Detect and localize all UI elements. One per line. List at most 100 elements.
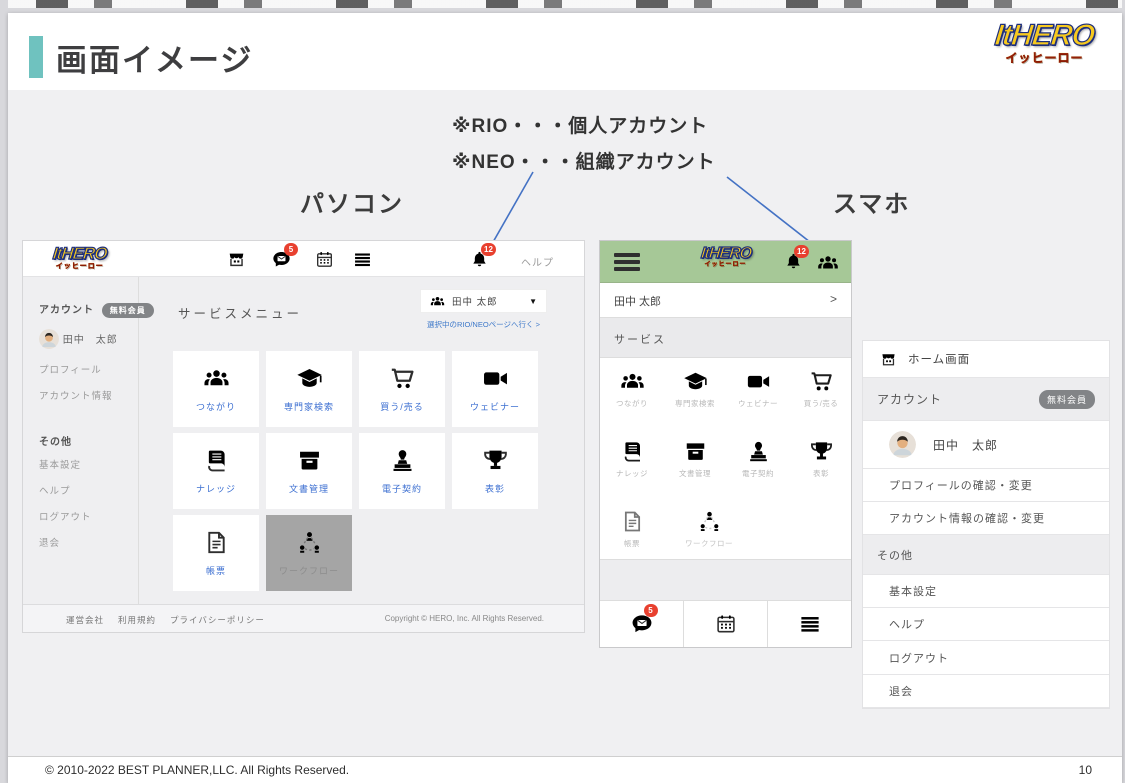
pc-logo-kana: イッヒーロー bbox=[53, 263, 107, 270]
title-band: 画面イメージ ItHERO イッヒーロー bbox=[8, 13, 1122, 90]
annotation-rio: ※RIO・・・個人アカウント bbox=[452, 111, 708, 138]
tile-webinar[interactable]: ウェビナー bbox=[452, 351, 538, 427]
phone-tile-expert-search[interactable]: 専門家検索 bbox=[664, 369, 726, 409]
account-heading: アカウント 無料会員 bbox=[39, 301, 154, 316]
panel-user-row[interactable]: 田中 太郎 bbox=[863, 421, 1109, 469]
graduation-cap-icon bbox=[683, 369, 708, 394]
panel-item-label: ヘルプ bbox=[889, 616, 925, 632]
sidebar-user-name: 田中 太郎 bbox=[63, 335, 118, 346]
list-icon bbox=[799, 613, 821, 635]
tile-document-management[interactable]: 文書管理 bbox=[266, 433, 352, 509]
member-badge: 無料会員 bbox=[102, 303, 154, 318]
tile-label: 電子契約 bbox=[382, 482, 422, 495]
rio-neo-page-link[interactable]: 選択中のRIO/NEOページへ行く > bbox=[420, 319, 547, 330]
phone-services-heading: サービス bbox=[614, 331, 666, 347]
panel-home-row[interactable]: ホーム画面 bbox=[863, 340, 1109, 378]
phone-tile-buy-sell[interactable]: 買う/売る bbox=[790, 369, 852, 409]
account-panel: ホーム画面 アカウント 無料会員 田中 太郎 プロフィールの確認・変更 アカウン… bbox=[862, 340, 1110, 709]
account-dropdown[interactable]: 田中 太郎 ▼ bbox=[420, 289, 547, 313]
copyright-text: © 2010-2022 BEST PLANNER,LLC. All Rights… bbox=[45, 763, 349, 777]
report-icon bbox=[203, 529, 230, 556]
annotation-neo: ※NEO・・・組織アカウント bbox=[452, 147, 716, 174]
tile-workflow: ワークフロー bbox=[266, 515, 352, 591]
list-icon[interactable] bbox=[353, 250, 372, 269]
phone-user-row[interactable]: 田中 太郎 > bbox=[600, 283, 851, 318]
tile-award[interactable]: 表彰 bbox=[452, 433, 538, 509]
pc-logo[interactable]: ItHERO イッヒーロー bbox=[53, 245, 107, 270]
sidebar-item-logout[interactable]: ログアウト bbox=[39, 509, 92, 523]
panel-item-profile[interactable]: プロフィールの確認・変更 bbox=[863, 469, 1109, 502]
sidebar-item-help[interactable]: ヘルプ bbox=[39, 483, 71, 497]
phone-tile-label: 帳票 bbox=[601, 538, 663, 549]
sidebar-item-withdraw[interactable]: 退会 bbox=[39, 535, 60, 549]
phone-header: ItHERO イッヒーロー 12 bbox=[600, 241, 851, 283]
tile-label: ワークフロー bbox=[279, 564, 339, 577]
tile-label: 専門家検索 bbox=[284, 400, 334, 413]
calendar-icon[interactable] bbox=[315, 250, 334, 269]
people-icon bbox=[430, 294, 445, 309]
panel-item-settings[interactable]: 基本設定 bbox=[863, 575, 1109, 608]
workflow-icon bbox=[296, 529, 323, 556]
phone-notifications-button[interactable]: 12 bbox=[784, 252, 803, 271]
sidebar-item-profile[interactable]: プロフィール bbox=[39, 362, 102, 376]
book-icon bbox=[620, 439, 645, 464]
panel-item-help[interactable]: ヘルプ bbox=[863, 608, 1109, 641]
phone-messages-badge: 5 bbox=[644, 604, 658, 617]
phone-logo-kana: イッヒーロー bbox=[600, 262, 851, 268]
cart-icon bbox=[389, 365, 416, 392]
tile-buy-sell[interactable]: 買う/売る bbox=[359, 351, 445, 427]
panel-item-logout[interactable]: ログアウト bbox=[863, 641, 1109, 675]
phone-nav-list[interactable] bbox=[767, 601, 851, 647]
phone-tile-label: 文書管理 bbox=[664, 468, 726, 479]
other-heading: その他 bbox=[39, 433, 72, 448]
notifications-button[interactable]: 12 bbox=[470, 250, 489, 269]
tile-label: 買う/売る bbox=[380, 400, 424, 413]
tile-label: 帳票 bbox=[206, 564, 226, 577]
footer-link-company[interactable]: 運営会社 bbox=[66, 614, 104, 626]
phone-user-name: 田中 太郎 bbox=[614, 293, 661, 309]
panel-account-heading-row: アカウント 無料会員 bbox=[863, 378, 1109, 421]
phone-tile-document-management[interactable]: 文書管理 bbox=[664, 439, 726, 479]
pc-logo-text: ItHERO bbox=[52, 245, 107, 262]
report-icon bbox=[620, 509, 645, 534]
phone-tile-e-contract[interactable]: 電子契約 bbox=[727, 439, 789, 479]
phone-tile-tsunagari[interactable]: つながり bbox=[601, 369, 663, 409]
graduation-cap-icon bbox=[296, 365, 323, 392]
tile-e-contract[interactable]: 電子契約 bbox=[359, 433, 445, 509]
phone-tile-webinar[interactable]: ウェビナー bbox=[727, 369, 789, 409]
phone-notifications-badge: 12 bbox=[794, 245, 809, 258]
tile-tsunagari[interactable]: つながり bbox=[173, 351, 259, 427]
phone-nav-messages[interactable]: 5 bbox=[600, 601, 683, 647]
phone-nav-calendar[interactable] bbox=[683, 601, 767, 647]
panel-item-account-info[interactable]: アカウント情報の確認・変更 bbox=[863, 502, 1109, 535]
sidebar-user[interactable]: 田中 太郎 bbox=[39, 329, 118, 349]
panel-item-label: 退会 bbox=[889, 683, 913, 699]
tile-report[interactable]: 帳票 bbox=[173, 515, 259, 591]
phone-tile-award[interactable]: 表彰 bbox=[790, 439, 852, 479]
panel-user-name: 田中 太郎 bbox=[933, 436, 998, 453]
dropdown-user-name: 田中 太郎 bbox=[452, 294, 522, 308]
people-icon[interactable] bbox=[817, 252, 839, 274]
tile-label: つながり bbox=[196, 400, 236, 413]
footer-link-privacy[interactable]: プライバシーポリシー bbox=[170, 614, 265, 626]
sidebar-item-settings[interactable]: 基本設定 bbox=[39, 457, 81, 471]
footer-link-terms[interactable]: 利用規約 bbox=[118, 614, 156, 626]
panel-item-withdraw[interactable]: 退会 bbox=[863, 675, 1109, 708]
panel-account-heading: アカウント bbox=[877, 391, 942, 408]
phone-services-heading-bar: サービス bbox=[600, 318, 851, 358]
phone-tile-label: ナレッジ bbox=[601, 468, 663, 479]
phone-tile-report[interactable]: 帳票 bbox=[601, 509, 663, 549]
calendar-icon bbox=[715, 613, 737, 635]
help-link[interactable]: ヘルプ bbox=[521, 254, 554, 269]
trophy-icon bbox=[809, 439, 834, 464]
sidebar-item-account-info[interactable]: アカウント情報 bbox=[39, 388, 113, 402]
phone-tile-knowledge[interactable]: ナレッジ bbox=[601, 439, 663, 479]
panel-item-label: 基本設定 bbox=[889, 583, 937, 599]
phone-tile-workflow: ワークフロー bbox=[664, 509, 754, 549]
tile-knowledge[interactable]: ナレッジ bbox=[173, 433, 259, 509]
messages-button[interactable]: 5 bbox=[272, 250, 291, 269]
tile-expert-search[interactable]: 専門家検索 bbox=[266, 351, 352, 427]
home-storefront-icon[interactable] bbox=[227, 250, 246, 269]
service-menu-heading: サービスメニュー bbox=[178, 303, 302, 322]
panel-other-heading: その他 bbox=[877, 547, 913, 563]
